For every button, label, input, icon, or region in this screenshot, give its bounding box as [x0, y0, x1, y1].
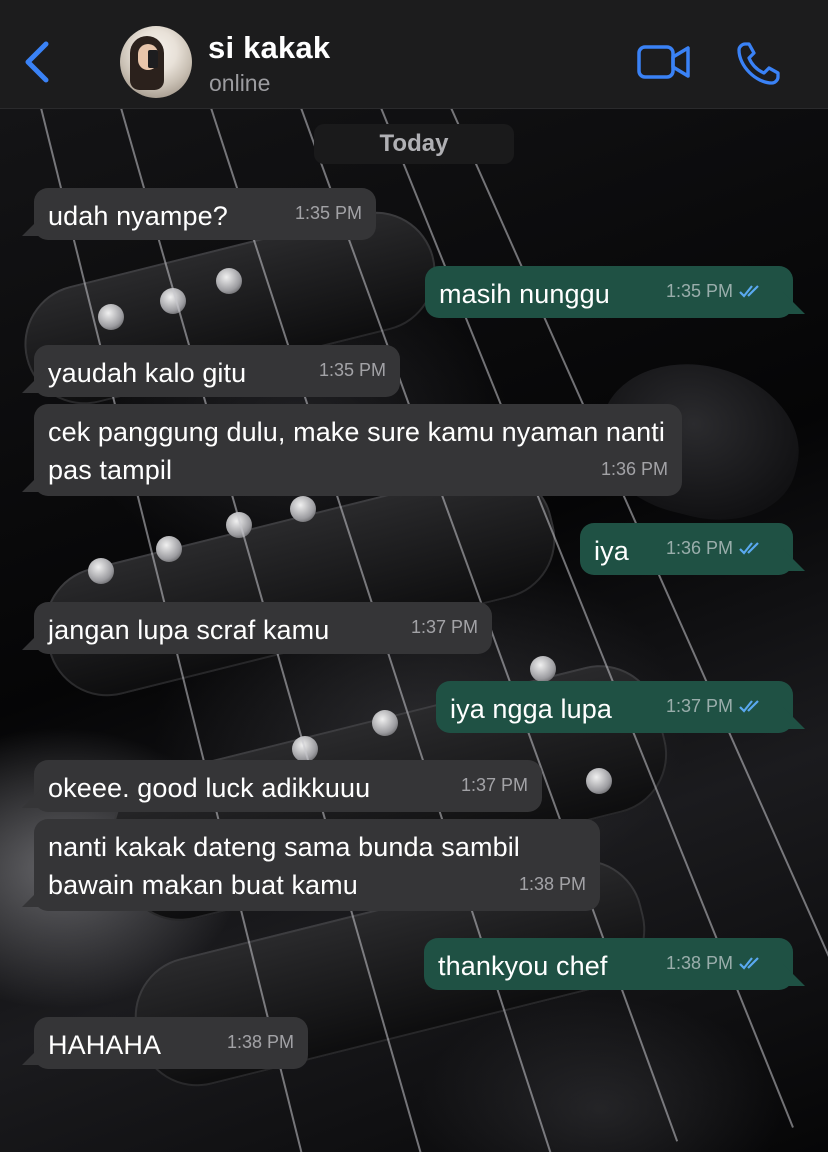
pole-piece [372, 710, 398, 736]
message-meta: 1:36 PM [666, 529, 765, 567]
message-incoming[interactable]: udah nyampe? 1:35 PM [34, 188, 376, 240]
message-meta: 1:37 PM [666, 687, 765, 725]
message-timestamp: 1:37 PM [410, 617, 478, 637]
contact-avatar[interactable] [120, 26, 192, 98]
message-incoming[interactable]: jangan lupa scraf kamu 1:37 PM [34, 602, 492, 654]
message-timestamp: 1:36 PM [665, 538, 733, 558]
pole-piece [88, 558, 114, 584]
message-outgoing[interactable]: masih nunggu 1:35 PM [425, 266, 793, 318]
pole-piece [586, 768, 612, 794]
message-outgoing[interactable]: thankyou chef 1:38 PM [424, 938, 793, 990]
message-timestamp: 1:35 PM [318, 360, 386, 380]
message-outgoing[interactable]: iya 1:36 PM [580, 523, 793, 575]
double-check-icon [739, 957, 759, 970]
message-incoming[interactable]: nanti kakak dateng sama bunda sambil baw… [34, 819, 600, 911]
message-timestamp: 1:35 PM [665, 281, 733, 301]
back-button[interactable] [20, 38, 56, 86]
message-incoming[interactable]: cek panggung dulu, make sure kamu nyaman… [34, 404, 682, 496]
message-timestamp: 1:38 PM [226, 1032, 294, 1052]
pole-piece [530, 656, 556, 682]
contact-name[interactable]: si kakak [208, 30, 330, 66]
message-incoming[interactable]: okeee. good luck adikkuuu 1:37 PM [34, 760, 542, 812]
message-timestamp: 1:37 PM [460, 775, 528, 795]
message-outgoing[interactable]: iya ngga lupa 1:37 PM [436, 681, 793, 733]
message-timestamp: 1:35 PM [294, 203, 362, 223]
message-incoming[interactable]: HAHAHA 1:38 PM [34, 1017, 308, 1069]
pole-piece [156, 536, 182, 562]
pole-piece [216, 268, 242, 294]
video-call-button[interactable] [636, 42, 692, 82]
message-meta: 1:35 PM [666, 272, 765, 310]
pole-piece [290, 496, 316, 522]
message-meta: 1:38 PM [666, 944, 765, 982]
chevron-left-icon [25, 41, 49, 83]
message-timestamp: 1:38 PM [665, 953, 733, 973]
double-check-icon [739, 542, 759, 555]
message-text: okeee. good luck adikkuuu [48, 773, 371, 803]
contact-status: online [209, 70, 271, 96]
phone-icon [737, 42, 780, 85]
message-incoming[interactable]: yaudah kalo gitu 1:35 PM [34, 345, 400, 397]
message-timestamp: 1:38 PM [518, 874, 586, 894]
date-separator: Today [314, 124, 514, 164]
message-text: nanti kakak dateng sama bunda sambil baw… [48, 832, 520, 900]
voice-call-button[interactable] [736, 40, 782, 86]
message-text: cek panggung dulu, make sure kamu nyaman… [48, 417, 665, 485]
message-timestamp: 1:36 PM [600, 459, 668, 479]
pole-piece [98, 304, 124, 330]
video-camera-icon [637, 45, 690, 79]
double-check-icon [739, 285, 759, 298]
message-timestamp: 1:37 PM [665, 696, 733, 716]
chat-header: si kakak online [0, 0, 828, 109]
double-check-icon [739, 700, 759, 713]
